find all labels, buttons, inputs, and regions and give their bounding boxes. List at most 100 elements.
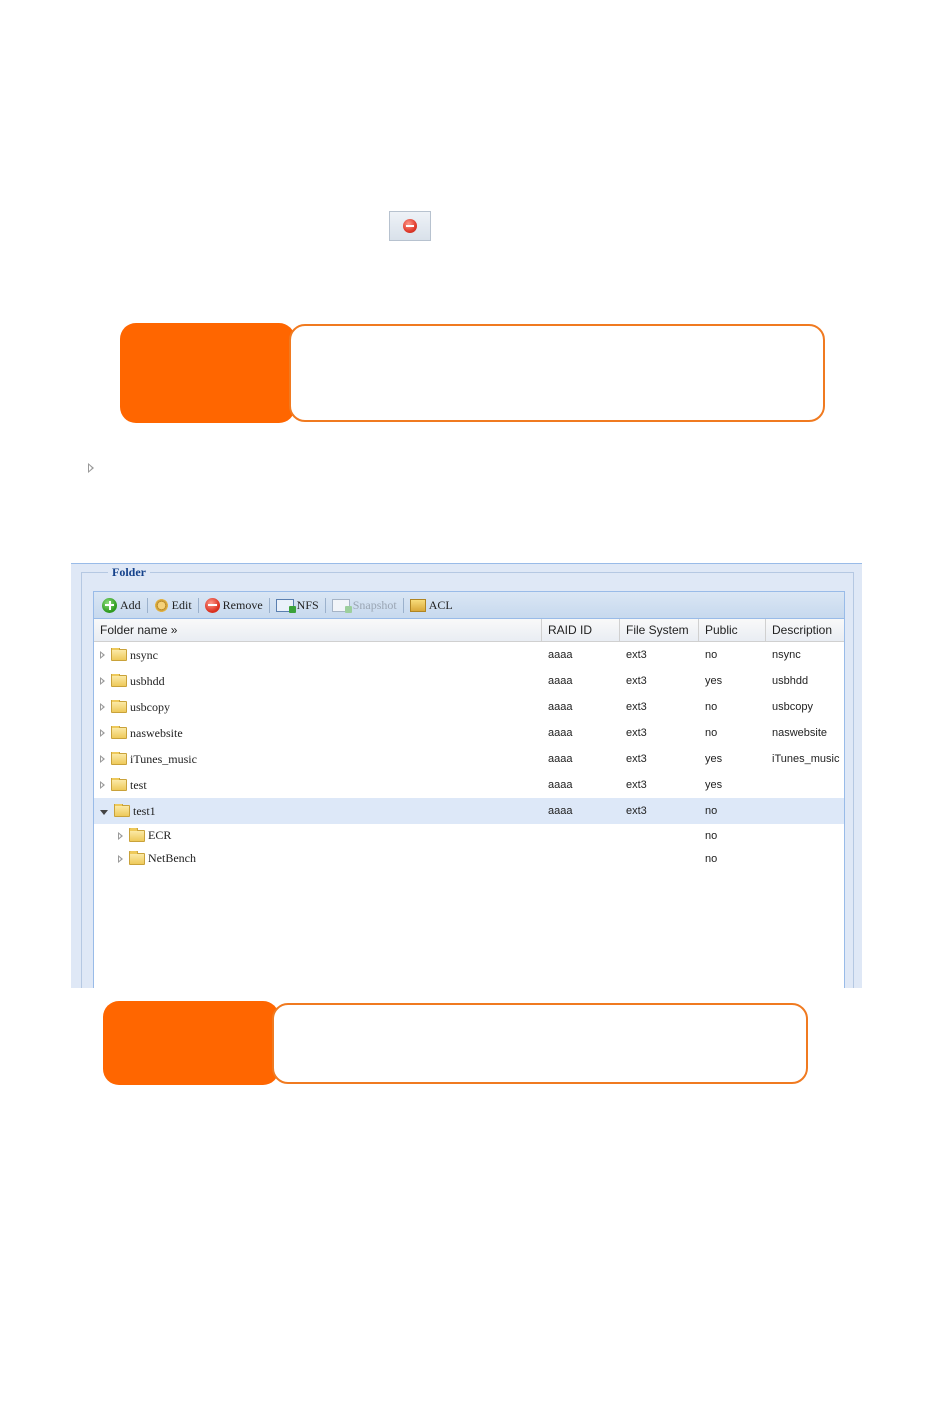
file-system-cell: ext3 xyxy=(626,701,647,713)
subfolder-name: ECR xyxy=(148,828,172,842)
snapshot-button[interactable]: Snapshot xyxy=(328,598,401,613)
gear-icon xyxy=(153,597,169,613)
folder-icon xyxy=(111,751,127,765)
nfs-icon xyxy=(275,598,296,613)
column-header-file-system[interactable]: File System xyxy=(620,619,699,641)
folder-name: nsync xyxy=(130,647,158,662)
folder-name: naswebsite xyxy=(130,725,183,740)
expand-arrow-icon[interactable] xyxy=(100,677,105,685)
folder-panel: Folder Add Edit Remove NFS Snapshot ACL … xyxy=(71,563,862,988)
table-subrow[interactable]: ECR no xyxy=(94,824,844,847)
table-row[interactable]: usbcopy aaaa ext3 no usbcopy xyxy=(94,694,844,720)
add-icon xyxy=(102,597,117,613)
public-cell: no xyxy=(705,852,718,865)
folder-icon xyxy=(111,673,127,687)
raid-id-cell: aaaa xyxy=(548,649,573,661)
table-row[interactable]: nsync aaaa ext3 no nsync xyxy=(94,642,844,668)
public-cell: no xyxy=(705,727,718,739)
file-system-cell: ext3 xyxy=(626,675,647,687)
table-row[interactable]: usbhdd aaaa ext3 yes usbhdd xyxy=(94,668,844,694)
public-cell: no xyxy=(705,649,718,661)
remove-button-sample[interactable] xyxy=(389,211,431,241)
edit-label: Edit xyxy=(171,597,192,612)
public-cell: no xyxy=(705,829,718,842)
folder-name: test xyxy=(130,777,147,792)
folder-name: test1 xyxy=(133,803,156,818)
nfs-label: NFS xyxy=(296,597,319,612)
folder-icon xyxy=(111,777,127,791)
description-cell: naswebsite xyxy=(772,727,828,739)
add-button[interactable]: Add xyxy=(98,597,145,613)
folder-open-icon xyxy=(114,803,130,817)
table-row-selected[interactable]: test1 aaaa ext3 no xyxy=(94,798,844,824)
description-cell: usbhdd xyxy=(772,675,809,687)
note-tab xyxy=(103,1001,279,1085)
remove-icon xyxy=(403,219,417,233)
table-row[interactable]: iTunes_music aaaa ext3 yes iTunes_music xyxy=(94,746,844,772)
folder-icon xyxy=(129,851,145,865)
description-cell: iTunes_music xyxy=(772,753,840,765)
nfs-button[interactable]: NFS xyxy=(272,598,323,613)
public-cell: yes xyxy=(705,779,723,791)
folder-name: usbhdd xyxy=(130,673,165,688)
folder-icon xyxy=(111,699,127,713)
expand-arrow-icon[interactable] xyxy=(100,755,105,763)
toolbar-separator xyxy=(197,597,199,613)
public-cell: yes xyxy=(705,753,723,765)
raid-id-cell: aaaa xyxy=(548,779,573,791)
remove-icon xyxy=(204,597,220,613)
file-system-cell: ext3 xyxy=(626,649,647,661)
snapshot-icon xyxy=(331,598,352,613)
table-subrow[interactable]: NetBench no xyxy=(94,847,844,870)
expand-arrow-icon[interactable] xyxy=(100,781,105,789)
folder-toolbar: Add Edit Remove NFS Snapshot ACL xyxy=(94,592,844,619)
acl-button[interactable]: ACL xyxy=(406,598,457,613)
expand-arrow-icon[interactable] xyxy=(100,651,105,659)
public-cell: no xyxy=(705,805,718,817)
file-system-cell: ext3 xyxy=(626,753,647,765)
expand-arrow-icon[interactable] xyxy=(118,831,123,840)
column-header-public[interactable]: Public xyxy=(699,619,766,641)
file-system-cell: ext3 xyxy=(626,779,647,791)
note-tab xyxy=(120,323,295,423)
folder-icon xyxy=(129,828,145,842)
collapse-arrow-icon[interactable] xyxy=(100,810,108,815)
note-box xyxy=(272,1003,808,1084)
expand-arrow-icon[interactable] xyxy=(100,729,105,737)
note-box xyxy=(289,324,825,422)
toolbar-separator xyxy=(268,597,270,613)
bullet-arrow-icon xyxy=(88,463,94,473)
description-cell: usbcopy xyxy=(772,701,813,713)
folder-legend: Folder xyxy=(108,565,150,580)
toolbar-separator xyxy=(146,597,148,613)
folder-name: iTunes_music xyxy=(130,751,197,766)
folder-name: usbcopy xyxy=(130,699,170,714)
edit-button[interactable]: Edit xyxy=(150,597,196,613)
folder-icon xyxy=(111,725,127,739)
acl-label: ACL xyxy=(428,597,453,612)
raid-id-cell: aaaa xyxy=(548,805,573,817)
folder-grid: Add Edit Remove NFS Snapshot ACL Folder … xyxy=(93,591,845,988)
remove-label: Remove xyxy=(222,597,263,612)
subfolder-name: NetBench xyxy=(148,851,196,865)
column-header-folder-name[interactable]: Folder name » xyxy=(94,619,542,641)
public-cell: no xyxy=(705,701,718,713)
column-header-description[interactable]: Description xyxy=(766,619,844,641)
raid-id-cell: aaaa xyxy=(548,727,573,739)
table-row[interactable]: naswebsite aaaa ext3 no naswebsite xyxy=(94,720,844,746)
expand-arrow-icon[interactable] xyxy=(100,703,105,711)
raid-id-cell: aaaa xyxy=(548,701,573,713)
file-system-cell: ext3 xyxy=(626,727,647,739)
expand-arrow-icon[interactable] xyxy=(118,854,123,863)
snapshot-label: Snapshot xyxy=(352,597,397,612)
raid-id-cell: aaaa xyxy=(548,753,573,765)
table-row[interactable]: test aaaa ext3 yes xyxy=(94,772,844,798)
folder-icon xyxy=(111,647,127,661)
remove-button[interactable]: Remove xyxy=(201,597,267,613)
acl-icon xyxy=(409,598,426,612)
column-header-raid-id[interactable]: RAID ID xyxy=(542,619,620,641)
public-cell: yes xyxy=(705,675,723,687)
file-system-cell: ext3 xyxy=(626,805,647,817)
description-cell: nsync xyxy=(772,649,801,661)
toolbar-separator xyxy=(324,597,326,613)
